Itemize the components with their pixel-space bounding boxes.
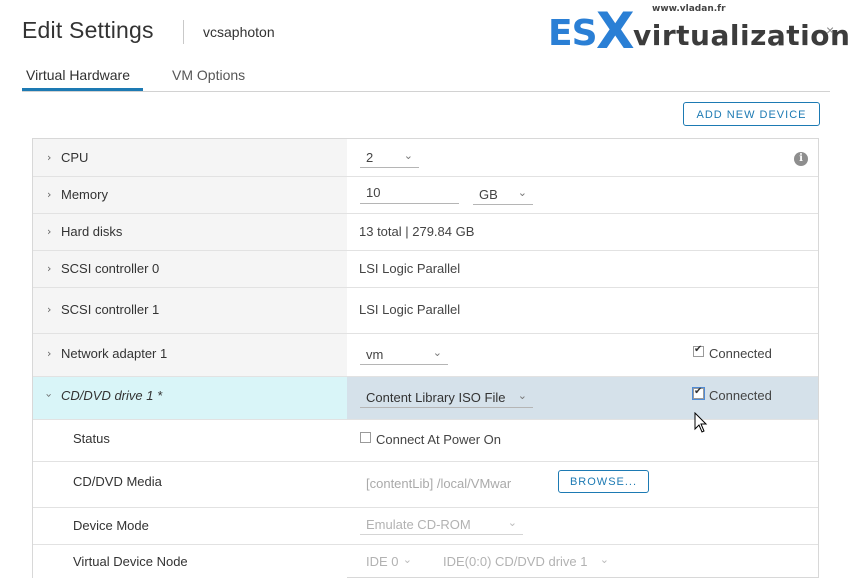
vm-name: vcsaphoton	[203, 24, 275, 40]
close-icon[interactable]: ×	[826, 22, 834, 38]
chevron-down-icon: ⌄	[517, 186, 527, 199]
chevron-down-icon: ⌄	[403, 149, 413, 162]
mouse-pointer-icon	[694, 412, 708, 433]
browse-button[interactable]: BROWSE...	[558, 470, 649, 493]
row-scsi-controller-1: › SCSI controller 1 LSI Logic Parallel	[33, 288, 818, 334]
device-mode-label: Device Mode	[73, 518, 149, 533]
row-label-scsi-1[interactable]: SCSI controller 1	[61, 302, 159, 317]
logo-es: ES	[548, 13, 598, 54]
media-label: CD/DVD Media	[73, 474, 162, 489]
chevron-down-icon: ⌄	[432, 346, 442, 359]
device-mode-value: Emulate CD-ROM	[366, 517, 471, 532]
chevron-right-icon[interactable]: ›	[47, 188, 51, 201]
title-divider	[183, 20, 184, 44]
row-hard-disks: › Hard disks 13 total | 279.84 GB	[33, 214, 818, 251]
chevron-down-icon: ⌄	[517, 389, 527, 402]
cpu-select[interactable]: 2 ⌄	[360, 148, 419, 168]
hardware-table: › CPU 2 ⌄ i › Memory 10 GB ⌄ › Hard disk…	[32, 138, 819, 579]
row-virtual-device-node: Virtual Device Node IDE 0 ⌄ IDE(0:0) CD/…	[33, 545, 818, 579]
network-select[interactable]: vm ⌄	[360, 345, 448, 365]
tab-virtual-hardware[interactable]: Virtual Hardware	[26, 67, 130, 83]
row-label-cd-dvd-drive[interactable]: CD/DVD drive 1 *	[61, 388, 162, 403]
connect-at-power-on-checkbox[interactable]	[360, 432, 371, 443]
logo-text: virtualization	[633, 19, 851, 52]
logo-url: www.vladan.fr	[652, 4, 726, 14]
row-cpu: › CPU 2 ⌄ i	[33, 139, 818, 177]
network-connected-checkbox[interactable]	[693, 344, 704, 357]
chevron-down-icon: ⌄	[599, 553, 609, 566]
tab-vm-options[interactable]: VM Options	[172, 67, 245, 83]
media-path-input: [contentLib] /local/VMwar	[360, 474, 520, 495]
memory-unit: GB	[479, 187, 498, 202]
chevron-down-icon[interactable]: ›	[43, 393, 56, 397]
chevron-right-icon[interactable]: ›	[47, 347, 51, 360]
row-memory: › Memory 10 GB ⌄	[33, 177, 818, 214]
chevron-right-icon[interactable]: ›	[47, 303, 51, 316]
network-value: vm	[366, 347, 384, 362]
row-scsi-controller-0: › SCSI controller 0 LSI Logic Parallel	[33, 251, 818, 288]
device-node-controller-select: IDE 0 ⌄	[360, 552, 418, 572]
row-label-scsi-0[interactable]: SCSI controller 0	[61, 261, 159, 276]
chevron-right-icon[interactable]: ›	[47, 262, 51, 275]
row-label-hard-disks[interactable]: Hard disks	[61, 224, 122, 239]
row-cdrom-media: CD/DVD Media [contentLib] /local/VMwar B…	[33, 462, 818, 508]
memory-unit-select[interactable]: GB ⌄	[473, 185, 533, 205]
add-new-device-button[interactable]: ADD NEW DEVICE	[683, 102, 820, 126]
dialog-title: Edit Settings	[22, 17, 154, 43]
row-device-mode: Device Mode Emulate CD-ROM ⌄	[33, 508, 818, 545]
chevron-right-icon[interactable]: ›	[47, 225, 51, 238]
memory-value: 10	[366, 185, 381, 200]
chevron-down-icon: ⌄	[507, 516, 517, 529]
info-icon[interactable]: i	[794, 152, 808, 166]
hard-disks-summary: 13 total | 279.84 GB	[359, 224, 475, 239]
chevron-down-icon: ⌄	[402, 553, 412, 566]
logo-x: X	[596, 2, 635, 60]
status-label: Status	[73, 431, 110, 446]
cdrom-connected-label[interactable]: Connected	[709, 388, 772, 403]
row-label-cpu[interactable]: CPU	[61, 150, 88, 165]
memory-input[interactable]: 10	[360, 183, 459, 204]
cpu-value: 2	[366, 150, 374, 165]
cdrom-type-value: Content Library ISO File	[366, 390, 506, 405]
connect-at-power-on-label[interactable]: Connect At Power On	[376, 432, 501, 447]
site-logo: www.vladan.fr ES X virtualization	[548, 2, 851, 60]
scsi-1-type: LSI Logic Parallel	[359, 302, 461, 317]
tabs-divider	[22, 91, 830, 92]
row-network-adapter-1: › Network adapter 1 vm ⌄ Connected	[33, 334, 818, 377]
network-connected-label[interactable]: Connected	[709, 346, 772, 361]
device-mode-select: Emulate CD-ROM ⌄	[360, 515, 523, 535]
row-label-network-adapter[interactable]: Network adapter 1	[61, 346, 167, 361]
media-path-value: [contentLib] /local/VMwar	[366, 476, 512, 491]
chevron-right-icon[interactable]: ›	[47, 151, 51, 164]
cdrom-type-select[interactable]: Content Library ISO File ⌄	[360, 388, 533, 408]
device-node-select: IDE(0:0) CD/DVD drive 1 ⌄	[437, 552, 615, 572]
row-label-memory[interactable]: Memory	[61, 187, 108, 202]
cdrom-connected-checkbox[interactable]	[692, 386, 705, 400]
active-tab-indicator	[22, 88, 143, 91]
scsi-0-type: LSI Logic Parallel	[359, 261, 461, 276]
